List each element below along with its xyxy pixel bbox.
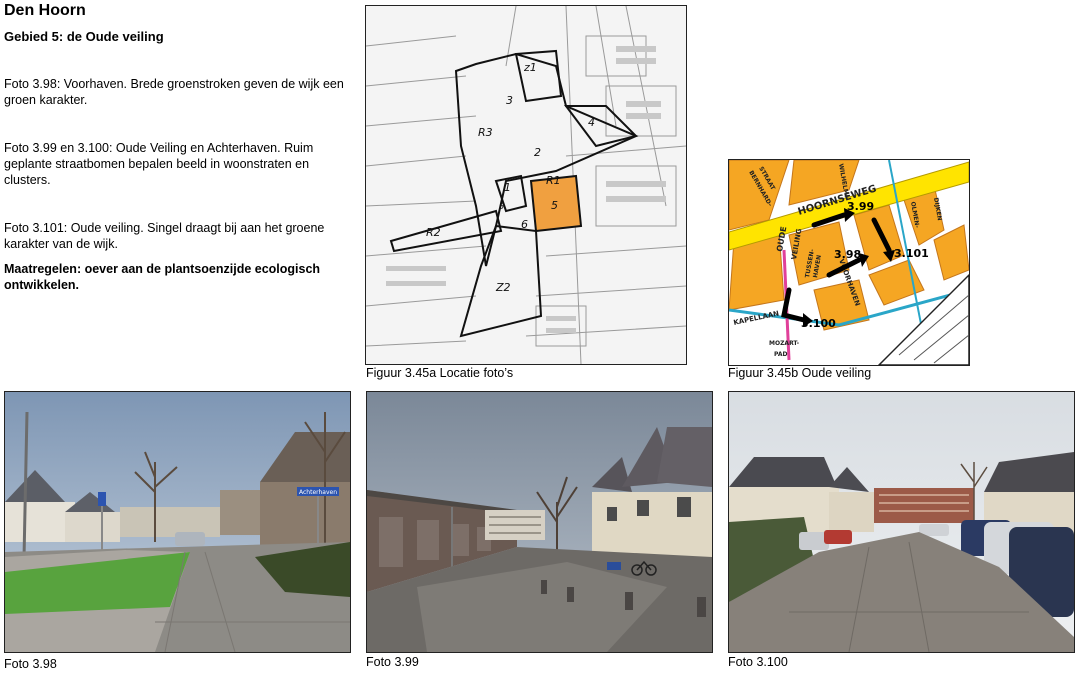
zone-5-label: 5: [551, 199, 558, 212]
street-name-sign: Achterhaven: [299, 489, 337, 496]
paragraph-foto-399-3100: Foto 3.99 en 3.100: Oude Veiling en Acht…: [4, 141, 314, 187]
photo-3100-image: [729, 392, 1074, 652]
page-title: Den Hoorn: [4, 2, 86, 19]
map-a-frame: z1 3 R3 2 4 1 R1 5 5 6 R2 Z2: [365, 5, 687, 365]
zone-2-label: 2: [534, 146, 541, 159]
caption-photo-3100: Foto 3.100: [728, 655, 788, 669]
zone-z2-label: Z2: [495, 281, 511, 294]
paragraph-foto-3101: Foto 3.101: Oude veiling. Singel draagt …: [4, 221, 325, 251]
map-a-sketch: z1 3 R3 2 4 1 R1 5 5 6 R2 Z2: [366, 6, 686, 364]
street-pad-label: PAD: [774, 351, 787, 358]
zone-4-label: 4: [588, 116, 595, 129]
zone-5-small-label: 5: [499, 202, 504, 211]
paragraph-foto-398: Foto 3.98: Voorhaven. Brede groenstroken…: [4, 77, 344, 107]
photo-3100: [728, 391, 1075, 653]
point-3101-label: 3.101: [894, 247, 929, 260]
street-mozart-label: MOZART-: [769, 340, 800, 347]
point-3100-label: 3.100: [801, 317, 836, 330]
zone-r3-label: R3: [478, 126, 493, 139]
zone-6-label: 6: [521, 218, 528, 231]
map-b-frame: HOORNSEWEG BERNHARD- STRAAT WILHELMI OUD…: [728, 159, 970, 366]
zone-r1-label: R1: [546, 174, 561, 187]
caption-photo-399: Foto 3.99: [366, 655, 419, 669]
page-subtitle: Gebied 5: de Oude veiling: [4, 29, 164, 44]
photo-399-image: [367, 392, 712, 652]
point-399-label: 3.99: [847, 200, 874, 213]
caption-photo-398: Foto 3.98: [4, 657, 57, 671]
photo-398: Achterhaven: [4, 391, 351, 653]
map-b-street-map: HOORNSEWEG BERNHARD- STRAAT WILHELMI OUD…: [729, 160, 969, 365]
photo-398-image: Achterhaven: [5, 392, 350, 652]
point-398-label: 3.98: [834, 248, 861, 261]
caption-figure-345b: Figuur 3.45b Oude veiling: [728, 366, 872, 380]
zone-3-label: 3: [506, 94, 513, 107]
caption-figure-345a: Figuur 3.45a Locatie foto’s: [366, 366, 514, 380]
zone-r2-label: R2: [426, 226, 441, 239]
zone-z1-label: z1: [523, 61, 537, 74]
zone-1-label: 1: [504, 181, 511, 194]
photo-399: [366, 391, 713, 653]
measures-text: Maatregelen: oever aan de plantsoenzijde…: [4, 262, 321, 292]
